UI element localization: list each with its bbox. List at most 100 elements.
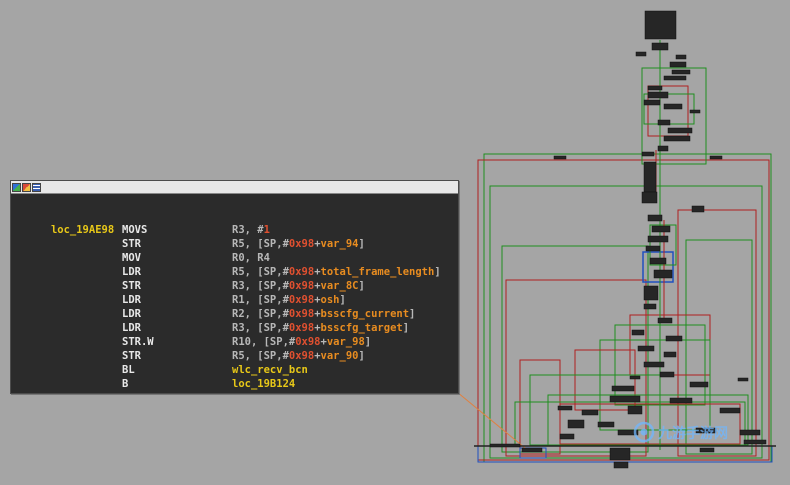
operand-variable[interactable]: var_94 xyxy=(321,238,359,250)
operand-number: 0x98 xyxy=(288,308,315,320)
label-line[interactable]: loc_19AE98 xyxy=(13,209,458,236)
instruction-row[interactable]: Bloc_19B124 xyxy=(13,377,458,391)
graph-node[interactable] xyxy=(659,371,675,378)
mnemonic: LDR xyxy=(122,322,141,334)
graph-node[interactable] xyxy=(669,397,693,404)
graph-node[interactable] xyxy=(689,109,701,114)
mnemonic: LDR xyxy=(122,294,141,306)
graph-node[interactable] xyxy=(627,405,643,415)
graph-node[interactable] xyxy=(699,447,715,453)
graph-node[interactable] xyxy=(609,395,641,403)
instruction-row[interactable]: LDR R2, [SP,#0x98+bsscfg_current] xyxy=(13,307,458,321)
operand-target[interactable]: wlc_recv_bcn xyxy=(232,364,308,376)
graph-node[interactable] xyxy=(663,103,683,110)
graph-node[interactable] xyxy=(613,461,629,469)
graph-node[interactable] xyxy=(647,235,669,243)
edge-red xyxy=(519,359,561,455)
graph-node[interactable] xyxy=(609,447,631,461)
graph-node[interactable] xyxy=(643,99,661,106)
node-titlebar xyxy=(11,181,458,194)
code-node-popup[interactable]: loc_19AE98 MOVS R3, #1 STR R5, [SP,#0x98+va… xyxy=(10,180,459,394)
graph-node[interactable] xyxy=(653,269,673,279)
graph-node[interactable] xyxy=(671,69,691,75)
graph-node[interactable] xyxy=(597,421,615,428)
operand-target[interactable]: loc_19B124 xyxy=(232,378,295,390)
graph-node[interactable] xyxy=(635,51,647,57)
graph-node[interactable] xyxy=(737,377,749,382)
mnemonic: MOV xyxy=(122,252,141,264)
disassembly[interactable]: loc_19AE98 MOVS R3, #1 STR R5, [SP,#0x98+va… xyxy=(11,194,458,391)
graph-node[interactable] xyxy=(657,145,669,152)
graph-node[interactable] xyxy=(611,385,635,392)
operand-variable[interactable]: total_frame_length xyxy=(321,266,435,278)
graph-node[interactable] xyxy=(557,405,573,411)
graph-node[interactable] xyxy=(631,329,645,336)
graph-node[interactable] xyxy=(689,381,709,388)
graph-node[interactable] xyxy=(663,135,691,142)
graph-node[interactable] xyxy=(663,351,677,358)
graph-node[interactable] xyxy=(553,155,567,160)
graph-node[interactable] xyxy=(647,214,663,222)
graph-node[interactable] xyxy=(647,91,669,99)
operand-number: 0x98 xyxy=(288,322,315,334)
graph-node[interactable] xyxy=(643,303,657,310)
graph-node[interactable] xyxy=(637,345,655,352)
operand-register: ] xyxy=(358,280,365,292)
graph-node[interactable] xyxy=(651,225,671,233)
graph-node[interactable] xyxy=(665,335,683,342)
graph-node[interactable] xyxy=(675,54,687,60)
graph-node[interactable] xyxy=(521,447,543,453)
operand-variable[interactable]: var_98 xyxy=(327,336,365,348)
graph-node[interactable] xyxy=(719,407,741,414)
graph-node[interactable] xyxy=(709,155,723,160)
instruction-row[interactable]: LDR R3, [SP,#0x98+bsscfg_target] xyxy=(13,321,458,335)
operand-register: ] xyxy=(364,336,372,348)
graph-node[interactable] xyxy=(641,151,655,157)
graph-node[interactable] xyxy=(739,429,761,436)
graph-node[interactable] xyxy=(663,75,687,81)
graph-node[interactable] xyxy=(691,205,705,213)
operand-variable[interactable]: osh xyxy=(321,294,340,306)
operand-register: ] xyxy=(339,294,346,306)
graph-node[interactable] xyxy=(581,409,599,416)
operand-register: ] xyxy=(402,322,410,334)
graph-node[interactable] xyxy=(743,439,767,445)
operand-register: R10, [SP,# xyxy=(232,336,296,348)
operands: R1, [SP,#0x98+osh] xyxy=(232,293,346,307)
operand-variable[interactable]: bsscfg_target xyxy=(321,322,403,334)
instruction-row[interactable]: STR R3, [SP,#0x98+var_8C] xyxy=(13,279,458,293)
operand-variable[interactable]: var_90 xyxy=(321,350,359,362)
operands: R5, [SP,#0x98+total_frame_length] xyxy=(232,265,441,279)
operand-variable[interactable]: bsscfg_current xyxy=(321,308,410,320)
graph-node[interactable] xyxy=(647,85,663,91)
instruction-row[interactable]: LDR R1, [SP,#0x98+osh] xyxy=(13,293,458,307)
graph-node[interactable] xyxy=(649,257,667,265)
graph-node[interactable] xyxy=(644,10,677,40)
graph-node[interactable] xyxy=(567,419,585,429)
instruction-row[interactable]: STR R5, [SP,#0x98+var_94] xyxy=(13,237,458,251)
graph-node[interactable] xyxy=(657,317,673,324)
graph-node[interactable] xyxy=(643,285,659,301)
graph-node[interactable] xyxy=(559,433,575,440)
graph-node[interactable] xyxy=(669,61,687,68)
operand-variable[interactable]: var_8C xyxy=(321,280,359,292)
instruction-row[interactable]: STR R5, [SP,#0x98+var_90] xyxy=(13,349,458,363)
instruction-row[interactable]: BL wlc_recv_bcn xyxy=(13,363,458,377)
graph-node[interactable] xyxy=(629,375,641,380)
instruction-row[interactable]: MOV R0, R4 xyxy=(13,251,458,265)
palette-icon[interactable] xyxy=(22,182,31,192)
graph-node[interactable] xyxy=(667,127,693,134)
text-view-icon[interactable] xyxy=(32,182,41,192)
instruction-row[interactable]: MOVS R3, #1 xyxy=(13,223,458,237)
graph-node[interactable] xyxy=(643,161,657,193)
graph-node[interactable] xyxy=(651,42,669,51)
graph-color-icon[interactable] xyxy=(12,182,21,192)
graph-node[interactable] xyxy=(641,191,658,204)
graph-node[interactable] xyxy=(657,119,671,126)
instruction-row[interactable]: STR.W R10, [SP,#0x98+var_98] xyxy=(13,335,458,349)
instruction-row[interactable]: LDR R5, [SP,#0x98+total_frame_length] xyxy=(13,265,458,279)
graph-node[interactable] xyxy=(643,361,665,368)
graph-node[interactable] xyxy=(645,245,661,252)
operand-register: ] xyxy=(409,308,416,320)
graph-node[interactable] xyxy=(489,443,521,448)
